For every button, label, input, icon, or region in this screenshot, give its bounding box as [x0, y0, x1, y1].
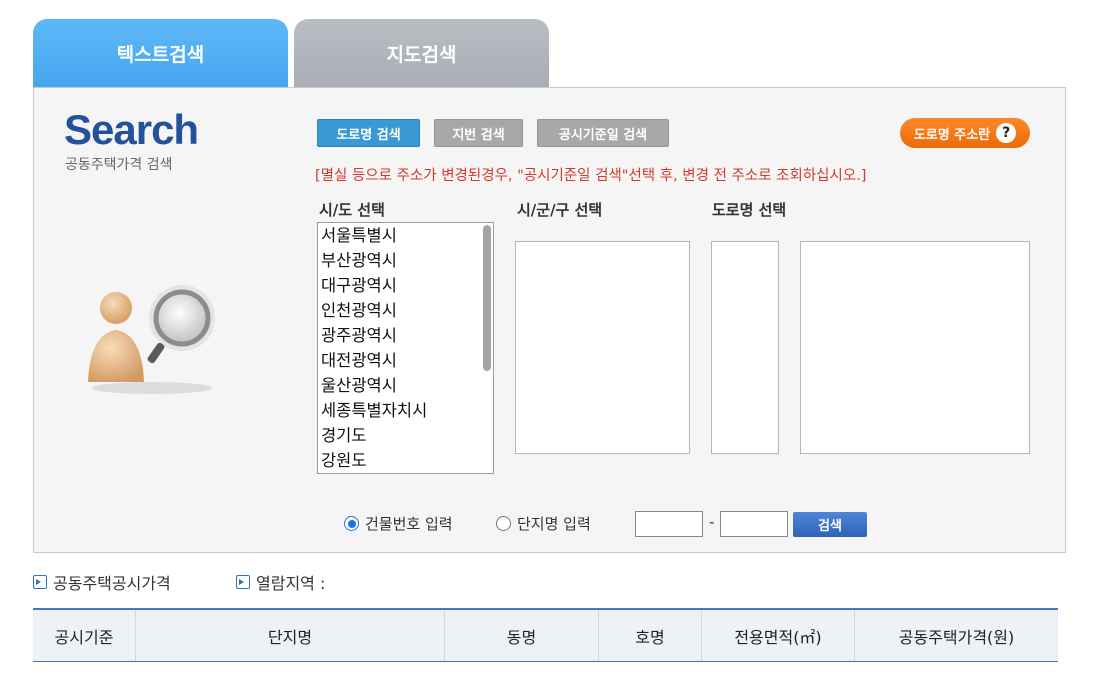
tab-map-search[interactable]: 지도검색	[294, 19, 549, 87]
radio-unchecked-icon[interactable]	[496, 516, 511, 531]
column-header-complex-name: 단지명	[136, 610, 445, 661]
search-panel: Search 공동주택가격 검색 도로명 검색 지번 검색 공시기준일 검색 도…	[33, 87, 1066, 553]
building-number-radio[interactable]: 건물번호 입력	[344, 513, 453, 534]
arrow-box-icon	[236, 575, 250, 589]
radio-checked-icon[interactable]	[344, 516, 359, 531]
search-logo-title: Search	[64, 106, 199, 153]
column-header-base-date: 공시기준	[33, 610, 136, 661]
sido-option[interactable]: 서울특별시	[318, 223, 493, 248]
building-sub-number-input[interactable]	[720, 511, 788, 537]
address-change-notice: [멸실 등으로 주소가 변경된경우, "공시기준일 검색"선택 후, 변경 전 …	[315, 168, 867, 184]
tab-text-search[interactable]: 텍스트검색	[33, 19, 288, 87]
breadcrumb-price: 공동주택공시가격	[33, 570, 171, 594]
column-header-building: 동명	[445, 610, 599, 661]
sido-list-scrollbar[interactable]	[483, 225, 491, 371]
sido-label: 시/도 선택	[319, 201, 385, 219]
search-button[interactable]: 검색	[793, 512, 867, 537]
question-mark-icon: ?	[996, 123, 1017, 143]
result-table-header: 공시기준 단지명 동명 호명 전용면적(㎡) 공동주택가격(원)	[33, 608, 1058, 662]
complex-name-radio[interactable]: 단지명 입력	[496, 513, 591, 534]
sido-option[interactable]: 대구광역시	[318, 273, 493, 298]
sido-option[interactable]: 광주광역시	[318, 323, 493, 348]
building-number-radio-label: 건물번호 입력	[365, 515, 453, 533]
base-date-search-button[interactable]: 공시기준일 검색	[537, 119, 669, 147]
sido-option[interactable]: 세종특별자치시	[318, 398, 493, 423]
column-header-unit: 호명	[599, 610, 702, 661]
road-name-search-button[interactable]: 도로명 검색	[317, 119, 420, 147]
arrow-box-icon	[33, 575, 47, 589]
sido-option[interactable]: 경기도	[318, 423, 493, 448]
sido-select-list[interactable]: 서울특별시 부산광역시 대구광역시 인천광역시 광주광역시 대전광역시 울산광역…	[317, 222, 494, 474]
road-name-select-list[interactable]	[800, 241, 1030, 454]
search-logo-subtitle: 공동주택가격 검색	[65, 157, 173, 173]
road-address-help-label: 도로명 주소란	[913, 127, 991, 143]
jibun-search-button[interactable]: 지번 검색	[434, 119, 523, 147]
building-main-number-input[interactable]	[635, 511, 703, 537]
search-person-illustration	[88, 285, 215, 394]
sido-option[interactable]: 인천광역시	[318, 298, 493, 323]
road-initial-select-list[interactable]	[711, 241, 779, 454]
road-address-help-button[interactable]: 도로명 주소란 ?	[900, 118, 1030, 148]
sido-option[interactable]: 부산광역시	[318, 248, 493, 273]
sido-option[interactable]: 강원도	[318, 448, 493, 473]
sigungu-select-list[interactable]	[515, 241, 690, 454]
column-header-area: 전용면적(㎡)	[702, 610, 855, 661]
road-name-label: 도로명 선택	[712, 201, 787, 219]
column-header-price: 공동주택가격(원)	[898, 627, 1015, 647]
sido-option[interactable]: 대전광역시	[318, 348, 493, 373]
breadcrumb-region: 열람지역 :	[236, 570, 325, 594]
sido-option[interactable]: 울산광역시	[318, 373, 493, 398]
breadcrumb-price-label: 공동주택공시가격	[53, 574, 171, 593]
sigungu-label: 시/군/구 선택	[517, 201, 603, 219]
number-separator: -	[709, 513, 715, 531]
breadcrumb-region-label: 열람지역 :	[256, 574, 326, 593]
complex-name-radio-label: 단지명 입력	[517, 515, 591, 533]
